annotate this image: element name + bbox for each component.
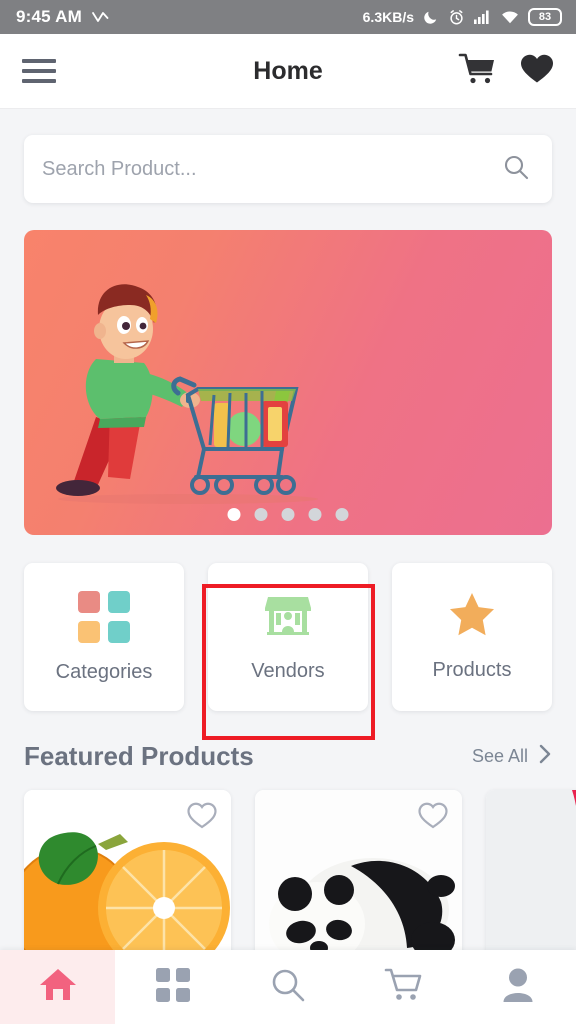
nav-item-cart[interactable]: [346, 950, 461, 1024]
shopping-cart-icon: [384, 967, 422, 1008]
bottom-navigation-bar: [0, 950, 576, 1024]
chevron-right-icon: [538, 744, 552, 769]
shortcut-card-categories[interactable]: Categories: [24, 563, 184, 711]
see-all-label: See All: [471, 746, 528, 766]
shortcut-label-categories: Categories: [55, 660, 153, 683]
star-filled-icon: [449, 592, 495, 641]
promo-banner-carousel[interactable]: [24, 230, 552, 535]
status-time: 9:45 AM: [16, 7, 82, 26]
carousel-dot-4[interactable]: [308, 508, 322, 521]
wifi-icon: [501, 10, 519, 24]
featured-products-header: Featured Products See All: [24, 741, 552, 772]
app-bar: Home: [0, 34, 576, 109]
shortcut-label-vendors: Vendors: [251, 660, 325, 682]
nav-item-search[interactable]: [230, 950, 345, 1024]
carousel-dots[interactable]: [227, 508, 349, 521]
grid-squares-icon: [78, 590, 130, 643]
do-not-disturb-moon-icon: [423, 9, 439, 25]
shortcut-cards: Categories Vendors Products: [24, 563, 552, 711]
status-bar: 9:45 AM 6.3KB/s 83: [0, 0, 576, 34]
home-icon: [39, 967, 77, 1007]
status-bar-right: 6.3KB/s 83: [362, 7, 562, 27]
battery-icon: 83: [528, 7, 562, 27]
man-pushing-shopping-cart-illustration: [56, 284, 318, 504]
carousel-dot-1[interactable]: [227, 508, 241, 521]
search-bar[interactable]: [24, 135, 552, 203]
search-input[interactable]: [42, 157, 502, 181]
collapse-chevron-icon: [92, 11, 109, 24]
see-all-button[interactable]: See All: [472, 744, 552, 769]
heart-filled-icon[interactable]: [520, 53, 554, 89]
shortcut-card-vendors[interactable]: Vendors: [208, 563, 368, 711]
signal-bars-icon: [474, 10, 492, 24]
shortcut-label-products: Products: [432, 659, 512, 681]
favorite-heart-outline-icon[interactable]: [187, 802, 217, 834]
nav-item-account[interactable]: [461, 950, 576, 1024]
nav-item-categories[interactable]: [115, 950, 230, 1024]
carousel-dot-2[interactable]: [254, 508, 268, 521]
app-bar-actions: [458, 52, 554, 91]
status-bar-left: 9:45 AM: [16, 7, 109, 27]
shortcut-card-products[interactable]: Products: [392, 563, 552, 711]
main-content: Categories Vendors: [0, 109, 576, 980]
person-icon: [503, 968, 533, 1007]
hamburger-menu-icon[interactable]: [22, 59, 56, 83]
section-title-featured: Featured Products: [24, 741, 254, 771]
shopping-cart-icon[interactable]: [458, 52, 498, 91]
carousel-dot-3[interactable]: [281, 508, 295, 521]
search-icon[interactable]: [502, 153, 530, 186]
storefront-icon: [264, 591, 312, 642]
nav-item-home[interactable]: [0, 950, 116, 1024]
grid-icon: [155, 967, 190, 1007]
carousel-dot-5[interactable]: [335, 508, 349, 521]
favorite-heart-outline-icon[interactable]: [418, 802, 448, 834]
search-section: [24, 109, 552, 203]
search-icon: [270, 967, 306, 1008]
network-speed-label: 6.3KB/s: [362, 9, 414, 25]
alarm-clock-icon: [448, 9, 465, 26]
